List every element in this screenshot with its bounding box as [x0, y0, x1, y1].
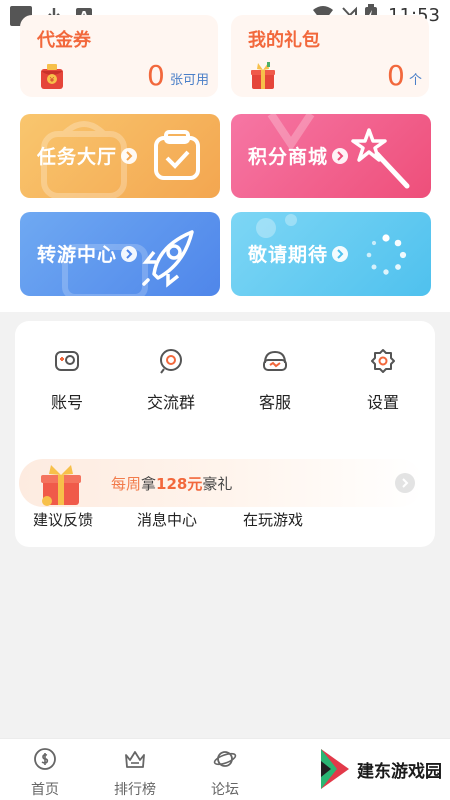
voucher-envelope-icon: ¥ — [41, 64, 63, 89]
voucher-count: 0 — [147, 59, 165, 92]
planet-icon — [213, 751, 237, 767]
settings-item[interactable]: 设置 — [331, 347, 435, 413]
transfer-center-label: 转游中心 — [37, 244, 118, 266]
voucher-unit: 张可用 — [170, 73, 210, 88]
account-item[interactable]: 账号 — [15, 347, 119, 413]
group-chat-item[interactable]: 交流群 — [119, 347, 223, 413]
crown-icon — [125, 751, 145, 768]
loading-icon — [366, 234, 407, 275]
weekly-gift-amount: 128元 — [156, 475, 203, 493]
voucher-card[interactable]: 代金券 ¥ 0 张可用 — [20, 15, 218, 97]
watermark: 建东游戏园 — [319, 747, 442, 791]
chevron-right-icon — [332, 148, 348, 164]
chevron-right-icon — [121, 148, 137, 164]
points-mall-label: 积分商城 — [248, 146, 329, 168]
gift-title: 我的礼包 — [248, 30, 320, 51]
tab-home[interactable]: 首页 — [15, 747, 75, 799]
coming-soon-label: 敬请期待 — [248, 244, 329, 266]
account-icon — [55, 351, 79, 371]
gift-card[interactable]: 我的礼包 0 个 — [231, 15, 429, 97]
gift-count: 0 — [387, 59, 405, 92]
calendar-check-icon — [154, 130, 200, 180]
weekly-gift-prefix: 每周 — [111, 475, 142, 493]
task-hall-tile[interactable]: 任务大厅 — [20, 114, 220, 198]
weekly-gift-verb: 拿 — [141, 475, 157, 493]
watermark-logo-icon — [321, 749, 349, 789]
chevron-right-icon — [395, 473, 415, 493]
chevron-right-icon — [121, 246, 137, 262]
playing-games-item[interactable]: 在玩游戏 — [243, 509, 303, 530]
weekly-gift-banner[interactable]: 每周拿128元豪礼 — [19, 459, 423, 507]
customer-service-item[interactable]: 客服 — [223, 347, 327, 413]
magic-wand-icon — [351, 128, 410, 189]
home-coin-icon — [34, 748, 56, 770]
feedback-item[interactable]: 建议反馈 — [33, 509, 93, 530]
settings-label: 设置 — [366, 393, 399, 412]
gift-box-icon — [41, 465, 81, 506]
tab-forum[interactable]: 论坛 — [195, 747, 255, 799]
account-label: 账号 — [50, 393, 83, 412]
group-chat-label: 交流群 — [146, 393, 195, 412]
weekly-gift-suffix: 豪礼 — [202, 475, 233, 493]
message-center-item[interactable]: 消息中心 — [137, 509, 197, 530]
watermark-text: 建东游戏园 — [357, 761, 442, 782]
gift-box-icon — [251, 62, 275, 89]
tab-ranking-label: 排行榜 — [114, 782, 156, 798]
bottom-tab-bar: 首页 排行榜 论坛 建东游戏园 — [0, 738, 450, 800]
voucher-title: 代金券 — [37, 30, 91, 51]
rocket-icon — [142, 230, 194, 288]
chevron-right-icon — [332, 246, 348, 262]
points-mall-tile[interactable]: 积分商城 — [231, 114, 431, 198]
customer-service-icon — [263, 350, 287, 371]
settings-icon — [371, 349, 395, 373]
tab-home-label: 首页 — [31, 782, 59, 798]
weekly-gift-text: 每周拿128元豪礼 — [111, 473, 232, 494]
services-panel: 账号 交流群 客服 设置 每周拿128元豪礼 建议反馈 消息中心 在玩游戏 — [15, 321, 435, 547]
tab-ranking[interactable]: 排行榜 — [105, 747, 165, 799]
task-hall-label: 任务大厅 — [37, 146, 118, 168]
gift-unit: 个 — [409, 73, 423, 88]
tab-forum-label: 论坛 — [211, 782, 239, 798]
coming-soon-tile[interactable]: 敬请期待 — [231, 212, 431, 296]
group-chat-icon — [160, 349, 182, 374]
svg-text:¥: ¥ — [50, 76, 55, 84]
transfer-center-tile[interactable]: 转游中心 — [20, 212, 220, 296]
customer-service-label: 客服 — [258, 393, 291, 412]
